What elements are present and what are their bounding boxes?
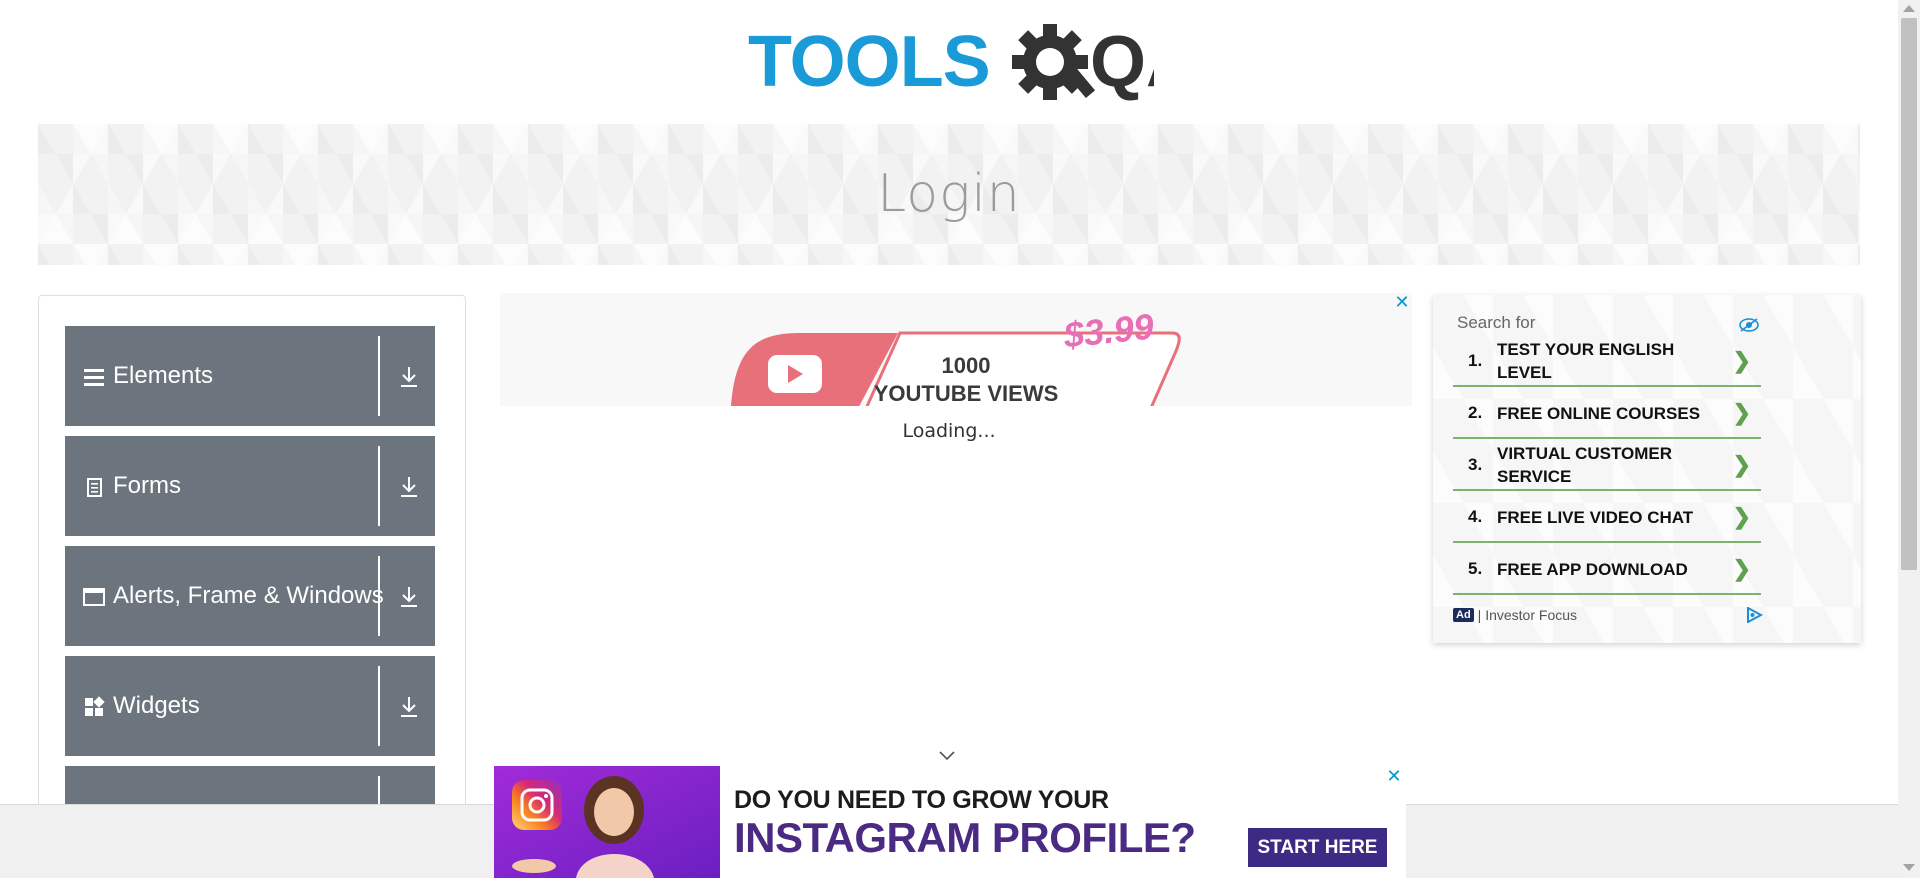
divider	[378, 336, 380, 416]
sidebar-group-elements[interactable]: Elements	[65, 326, 435, 426]
chevron-right-icon: ❯	[1732, 400, 1751, 425]
ad-link-5[interactable]: 5. FREE APP DOWNLOAD ❯	[1453, 543, 1761, 595]
chevron-down-icon[interactable]	[937, 748, 957, 762]
download-icon	[401, 697, 417, 717]
eye-icon[interactable]	[1739, 317, 1759, 333]
ad-link-text: FREE ONLINE COURSES	[1497, 403, 1701, 423]
logo-text-tools: TOOLS	[748, 22, 990, 102]
loading-text: Loading...	[902, 420, 996, 442]
download-icon	[401, 367, 417, 387]
gear-icon	[1012, 24, 1096, 100]
ad-views-label: YOUTUBE VIEWS	[874, 381, 1059, 406]
sidebar-group-label: Alerts, Frame & Windows	[113, 582, 384, 609]
ad-link-number: 4.	[1468, 507, 1483, 526]
widgets-icon	[85, 696, 105, 716]
toolsqa-logo[interactable]: TOOLS QA	[748, 14, 1154, 114]
ad-link-3[interactable]: 3. VIRTUAL CUSTOMER SERVICE ❯	[1453, 439, 1761, 491]
sidebar-group-label: Widgets	[113, 692, 200, 719]
window-icon	[83, 588, 105, 606]
ad-link-4[interactable]: 4. FREE LIVE VIDEO CHAT ❯	[1453, 491, 1761, 543]
adchoices-icon[interactable]	[1745, 607, 1763, 623]
ad-headline-line2: INSTAGRAM PROFILE?	[734, 814, 1196, 861]
header: TOOLS QA	[0, 0, 1898, 124]
form-icon	[87, 478, 102, 497]
page-title: Login	[877, 164, 1021, 224]
sidebar-group-alerts-frame-windows[interactable]: Alerts, Frame & Windows	[65, 546, 435, 646]
chevron-right-icon: ❯	[1732, 556, 1751, 581]
scroll-down-arrow[interactable]	[1903, 864, 1915, 871]
close-icon[interactable]: ✕	[1394, 293, 1410, 311]
ad-badge: Ad	[1453, 608, 1474, 622]
ad-headline-line1: DO YOU NEED TO GROW YOUR	[734, 786, 1109, 814]
download-icon	[401, 587, 417, 607]
search-ad: Search for 1. TEST YOUR ENGLISH LEVEL ❯ …	[1433, 295, 1861, 643]
sidebar-group-widgets[interactable]: Widgets	[65, 656, 435, 756]
sidebar-group-label: Elements	[113, 362, 214, 389]
scrollbar[interactable]	[1898, 0, 1920, 878]
chevron-right-icon: ❯	[1732, 504, 1751, 529]
start-here-button[interactable]: START HERE	[1248, 828, 1387, 867]
ad-link-2[interactable]: 2. FREE ONLINE COURSES ❯	[1453, 387, 1761, 439]
ad-views-count: 1000	[942, 353, 991, 378]
ad-link-text: TEST YOUR ENGLISH LEVEL	[1497, 340, 1675, 382]
youtube-views-ad[interactable]: 1000 YOUTUBE VIEWS $3.99	[500, 293, 1412, 406]
ad-link-text: FREE APP DOWNLOAD	[1497, 559, 1688, 579]
ad-sponsor[interactable]: | Investor Focus	[1478, 607, 1577, 623]
sidebar-group-label: Forms	[113, 472, 181, 499]
sidebar-group-forms[interactable]: Forms	[65, 436, 435, 536]
chevron-right-icon: ❯	[1732, 452, 1751, 477]
ad-footer: Ad | Investor Focus	[1453, 607, 1577, 623]
youtube-views-ad-graphic: 1000 YOUTUBE VIEWS $3.99	[731, 305, 1181, 406]
ad-link-number: 1.	[1468, 351, 1483, 370]
list-icon	[84, 369, 104, 386]
ad-link-number: 5.	[1468, 559, 1483, 578]
search-for-label: Search for	[1457, 313, 1536, 332]
sidebar: Elements Forms Alerts, Frame & Windows W…	[38, 295, 466, 815]
page-banner: Login	[38, 124, 1860, 265]
scroll-thumb[interactable]	[1901, 18, 1917, 570]
ad-link-text: FREE LIVE VIDEO CHAT	[1497, 507, 1694, 527]
close-icon[interactable]: ✕	[1386, 767, 1402, 785]
ad-link-1[interactable]: 1. TEST YOUR ENGLISH LEVEL ❯	[1453, 335, 1761, 387]
ad-link-number: 3.	[1468, 455, 1483, 474]
logo-text-qa: QA	[1090, 22, 1154, 102]
instagram-ad[interactable]: DO YOU NEED TO GROW YOUR INSTAGRAM PROFI…	[494, 766, 1406, 878]
scroll-up-arrow[interactable]	[1903, 5, 1915, 12]
instagram-icon	[512, 780, 562, 830]
ad-link-text: VIRTUAL CUSTOMER SERVICE	[1497, 444, 1673, 486]
download-icon	[401, 477, 417, 497]
chevron-right-icon: ❯	[1732, 348, 1751, 373]
divider	[378, 556, 380, 636]
divider	[378, 446, 380, 526]
ad-link-number: 2.	[1468, 403, 1483, 422]
divider	[378, 666, 380, 746]
